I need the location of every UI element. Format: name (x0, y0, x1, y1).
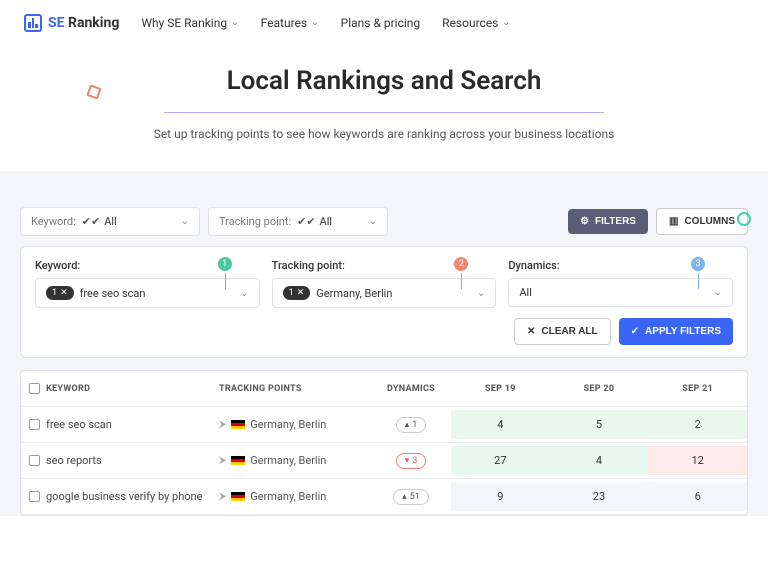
close-icon[interactable]: ✕ (60, 288, 68, 298)
close-icon: ✕ (527, 326, 535, 337)
location-text: Germany, Berlin (250, 490, 326, 503)
col-dynamics: DYNAMICS (371, 374, 451, 404)
navigate-icon: ⮞ (219, 491, 226, 502)
rank-cell: 5 (550, 410, 649, 439)
chevron-down-icon: ⌄ (714, 287, 722, 298)
rank-cell: 2 (648, 410, 747, 439)
col-keyword: KEYWORD (46, 384, 90, 394)
chevron-down-icon: ⌄ (369, 216, 377, 227)
row-checkbox[interactable] (29, 491, 40, 502)
rank-cell: 6 (648, 482, 747, 511)
select-all-checkbox[interactable] (29, 383, 40, 394)
rank-cell: 4 (550, 446, 649, 475)
rank-cell: 4 (451, 410, 550, 439)
rankings-table: KEYWORD TRACKING POINTS DYNAMICS SEP 19 … (20, 370, 748, 516)
keyword-text: google business verify by phone (46, 490, 202, 503)
table-row[interactable]: seo reports ⮞ Germany, Berlin ▾3 27 4 12 (21, 443, 747, 479)
chevron-down-icon: ⌄ (231, 18, 239, 28)
apply-filters-button[interactable]: ✓APPLY FILTERS (619, 318, 733, 345)
nav-why[interactable]: Why SE Ranking⌄ (141, 16, 238, 30)
col-trackingpoints: TRACKING POINTS (211, 374, 371, 404)
filter-trackingpoint-select[interactable]: 1✕ Germany, Berlin ⌄ (272, 278, 497, 308)
filter-icon: ⚙ (580, 216, 589, 227)
chevron-down-icon: ⌄ (181, 216, 189, 227)
dynamics-pill: ▾3 (396, 453, 427, 469)
top-nav: SE Ranking Why SE Ranking⌄ Features⌄ Pla… (0, 0, 768, 46)
nav-features[interactable]: Features⌄ (261, 16, 319, 30)
col-sep21: SEP 21 (648, 374, 747, 404)
toolbar: Keyword: ✔✔All ⌄ Tracking point: ✔✔All ⌄… (20, 207, 748, 236)
arrow-up-icon: ▴ (405, 420, 410, 430)
filter-panel: Keyword: 1 1✕ free seo scan ⌄ Tracking p… (20, 246, 748, 358)
germany-flag-icon (231, 420, 245, 429)
row-checkbox[interactable] (29, 419, 40, 430)
location-text: Germany, Berlin (250, 454, 326, 467)
decorative-square-icon (86, 84, 101, 99)
table-header-row: KEYWORD TRACKING POINTS DYNAMICS SEP 19 … (21, 371, 747, 407)
keyword-text: seo reports (46, 454, 102, 467)
rank-cell: 27 (451, 446, 550, 475)
columns-icon: ▥ (669, 216, 678, 227)
dynamics-pill: ▴1 (396, 417, 427, 433)
clear-all-button[interactable]: ✕CLEAR ALL (514, 318, 611, 345)
chevron-down-icon: ⌄ (502, 18, 510, 28)
col-sep20: SEP 20 (550, 374, 649, 404)
col-sep19: SEP 19 (451, 374, 550, 404)
rank-cell: 12 (648, 446, 747, 475)
arrow-up-icon: ▴ (402, 492, 407, 502)
navigate-icon: ⮞ (219, 455, 226, 466)
navigate-icon: ⮞ (219, 419, 226, 430)
trackingpoint-label: Tracking point: (219, 215, 291, 228)
filter-dynamics-select[interactable]: All ⌄ (508, 278, 733, 307)
dynamics-pill: ▴51 (393, 489, 429, 505)
brand-ranking: Ranking (68, 15, 119, 31)
panel: Keyword: ✔✔All ⌄ Tracking point: ✔✔All ⌄… (0, 171, 768, 516)
check-icon: ✓ (631, 326, 639, 337)
nav-resources[interactable]: Resources⌄ (442, 16, 510, 30)
page-title: Local Rankings and Search (60, 66, 708, 96)
location-text: Germany, Berlin (250, 418, 326, 431)
arrow-down-icon: ▾ (405, 456, 410, 466)
nav-plans[interactable]: Plans & pricing (341, 16, 421, 30)
hero: Local Rankings and Search Set up trackin… (0, 46, 768, 171)
trackingpoint-dropdown[interactable]: Tracking point: ✔✔All ⌄ (208, 207, 388, 236)
chevron-down-icon: ⌄ (240, 288, 248, 299)
divider (164, 112, 604, 113)
table-row[interactable]: google business verify by phone ⮞ Germany… (21, 479, 747, 515)
check-all-icon: ✔✔ (297, 215, 315, 228)
step-badge-1: 1 (218, 257, 232, 271)
check-all-icon: ✔✔ (82, 215, 100, 228)
logo[interactable]: SE Ranking (24, 14, 119, 32)
step-badge-3: 3 (691, 257, 705, 271)
brand-se: SE (48, 15, 65, 31)
keyword-text: free seo scan (46, 418, 112, 431)
filters-button[interactable]: ⚙ FILTERS (568, 209, 648, 234)
filter-keyword-select[interactable]: 1✕ free seo scan ⌄ (35, 278, 260, 308)
chevron-down-icon: ⌄ (311, 18, 319, 28)
trackingpoint-chip[interactable]: 1✕ (283, 286, 311, 300)
chevron-down-icon: ⌄ (477, 288, 485, 299)
columns-button[interactable]: ▥ COLUMNS (656, 208, 748, 235)
row-checkbox[interactable] (29, 455, 40, 466)
keyword-dropdown[interactable]: Keyword: ✔✔All ⌄ (20, 207, 200, 236)
keyword-label: Keyword: (31, 215, 76, 228)
rank-cell: 23 (550, 482, 649, 511)
rank-cell: 9 (451, 482, 550, 511)
germany-flag-icon (231, 456, 245, 465)
logo-icon (24, 14, 42, 32)
page-subtitle: Set up tracking points to see how keywor… (60, 127, 708, 141)
germany-flag-icon (231, 492, 245, 501)
table-row[interactable]: free seo scan ⮞ Germany, Berlin ▴1 4 5 2 (21, 407, 747, 443)
close-icon[interactable]: ✕ (297, 288, 305, 298)
keyword-chip[interactable]: 1✕ (46, 286, 74, 300)
